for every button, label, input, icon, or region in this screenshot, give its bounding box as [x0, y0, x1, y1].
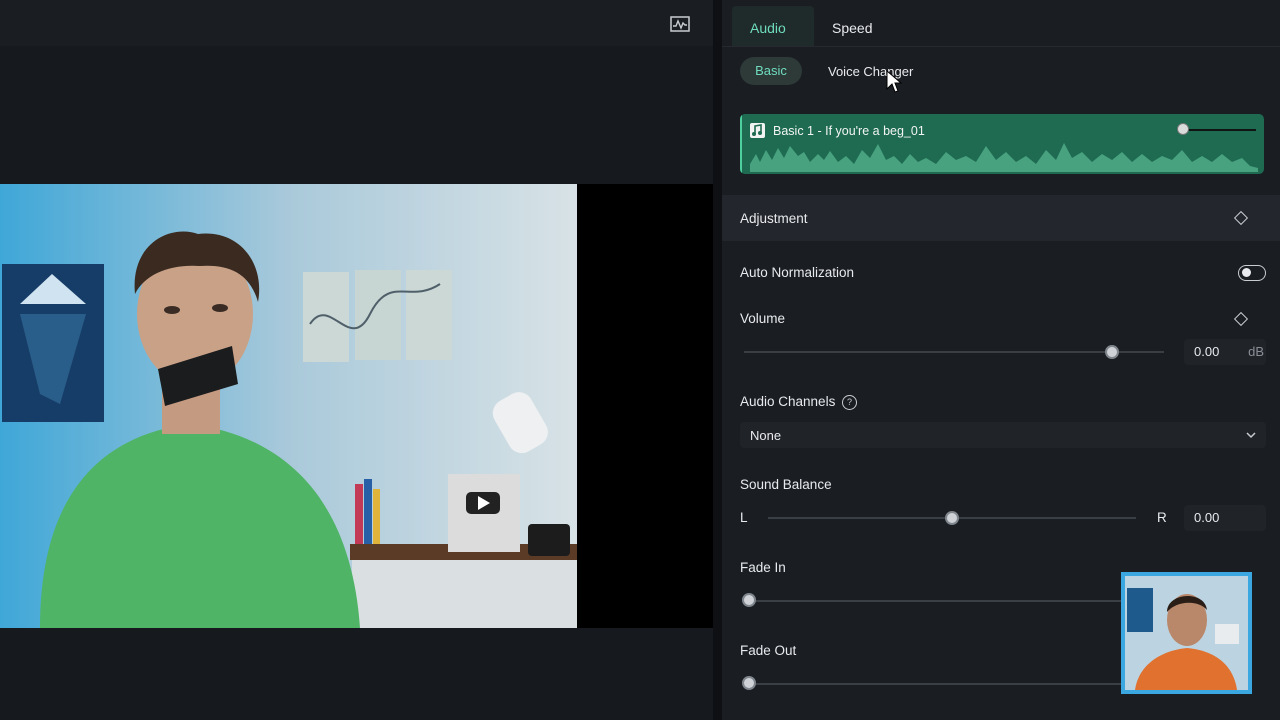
clip-card-edge [740, 114, 742, 174]
webcam-overlay [1121, 572, 1252, 694]
volume-unit: dB [1248, 344, 1264, 359]
fade-out-knob[interactable] [742, 676, 756, 690]
clip-volume-knob[interactable] [1177, 123, 1189, 135]
auto-normalization-label: Auto Normalization [740, 265, 855, 280]
help-icon[interactable]: ? [842, 395, 857, 410]
panel-divider[interactable] [713, 0, 722, 720]
fade-in-label: Fade In [740, 560, 786, 575]
adjustment-title: Adjustment [740, 211, 808, 226]
preview-pane [0, 0, 713, 720]
fade-in-track[interactable] [744, 600, 1144, 602]
sound-balance-value: 0.00 [1194, 510, 1220, 525]
volume-slider-track[interactable] [744, 351, 1164, 353]
volume-value: 0.00 [1194, 344, 1220, 359]
audio-channels-select[interactable]: None [740, 422, 1266, 448]
clip-volume-track[interactable] [1186, 129, 1256, 131]
webcam-image [1125, 576, 1248, 690]
subtab-basic[interactable]: Basic [740, 57, 802, 85]
fade-out-track[interactable] [744, 683, 1144, 685]
auto-normalization-toggle[interactable] [1238, 265, 1266, 281]
preview-toolbar [0, 0, 713, 46]
video-frame-image [0, 184, 577, 628]
waveform-scope-icon[interactable] [670, 16, 690, 32]
video-preview[interactable] [0, 184, 713, 628]
fade-out-label: Fade Out [740, 643, 797, 658]
volume-label: Volume [740, 311, 786, 326]
chevron-down-icon [1246, 432, 1256, 439]
tabs-divider [722, 46, 1280, 47]
fade-in-knob[interactable] [742, 593, 756, 607]
volume-slider-knob[interactable] [1105, 345, 1119, 359]
diamond-keyframe-icon[interactable] [1233, 311, 1249, 327]
clip-waveform [750, 143, 1258, 172]
sound-balance-label: Sound Balance [740, 477, 832, 492]
volume-value-box[interactable]: 0.00 dB [1184, 339, 1266, 365]
sound-balance-knob[interactable] [945, 511, 959, 525]
mouse-cursor-icon [886, 70, 902, 93]
audio-channels-label: Audio Channels [740, 394, 836, 409]
music-note-icon [750, 123, 765, 138]
sound-balance-value-box[interactable]: 0.00 [1184, 505, 1266, 531]
tab-audio[interactable]: Audio [750, 20, 786, 36]
toggle-knob [1242, 268, 1251, 277]
audio-channels-value: None [750, 428, 782, 443]
clip-title: Basic 1 - If you're a beg_01 [773, 124, 925, 138]
audio-clip-card[interactable]: Basic 1 - If you're a beg_01 [740, 114, 1264, 174]
balance-left-label: L [740, 510, 748, 525]
balance-right-label: R [1157, 510, 1167, 525]
tab-speed[interactable]: Speed [832, 20, 872, 36]
